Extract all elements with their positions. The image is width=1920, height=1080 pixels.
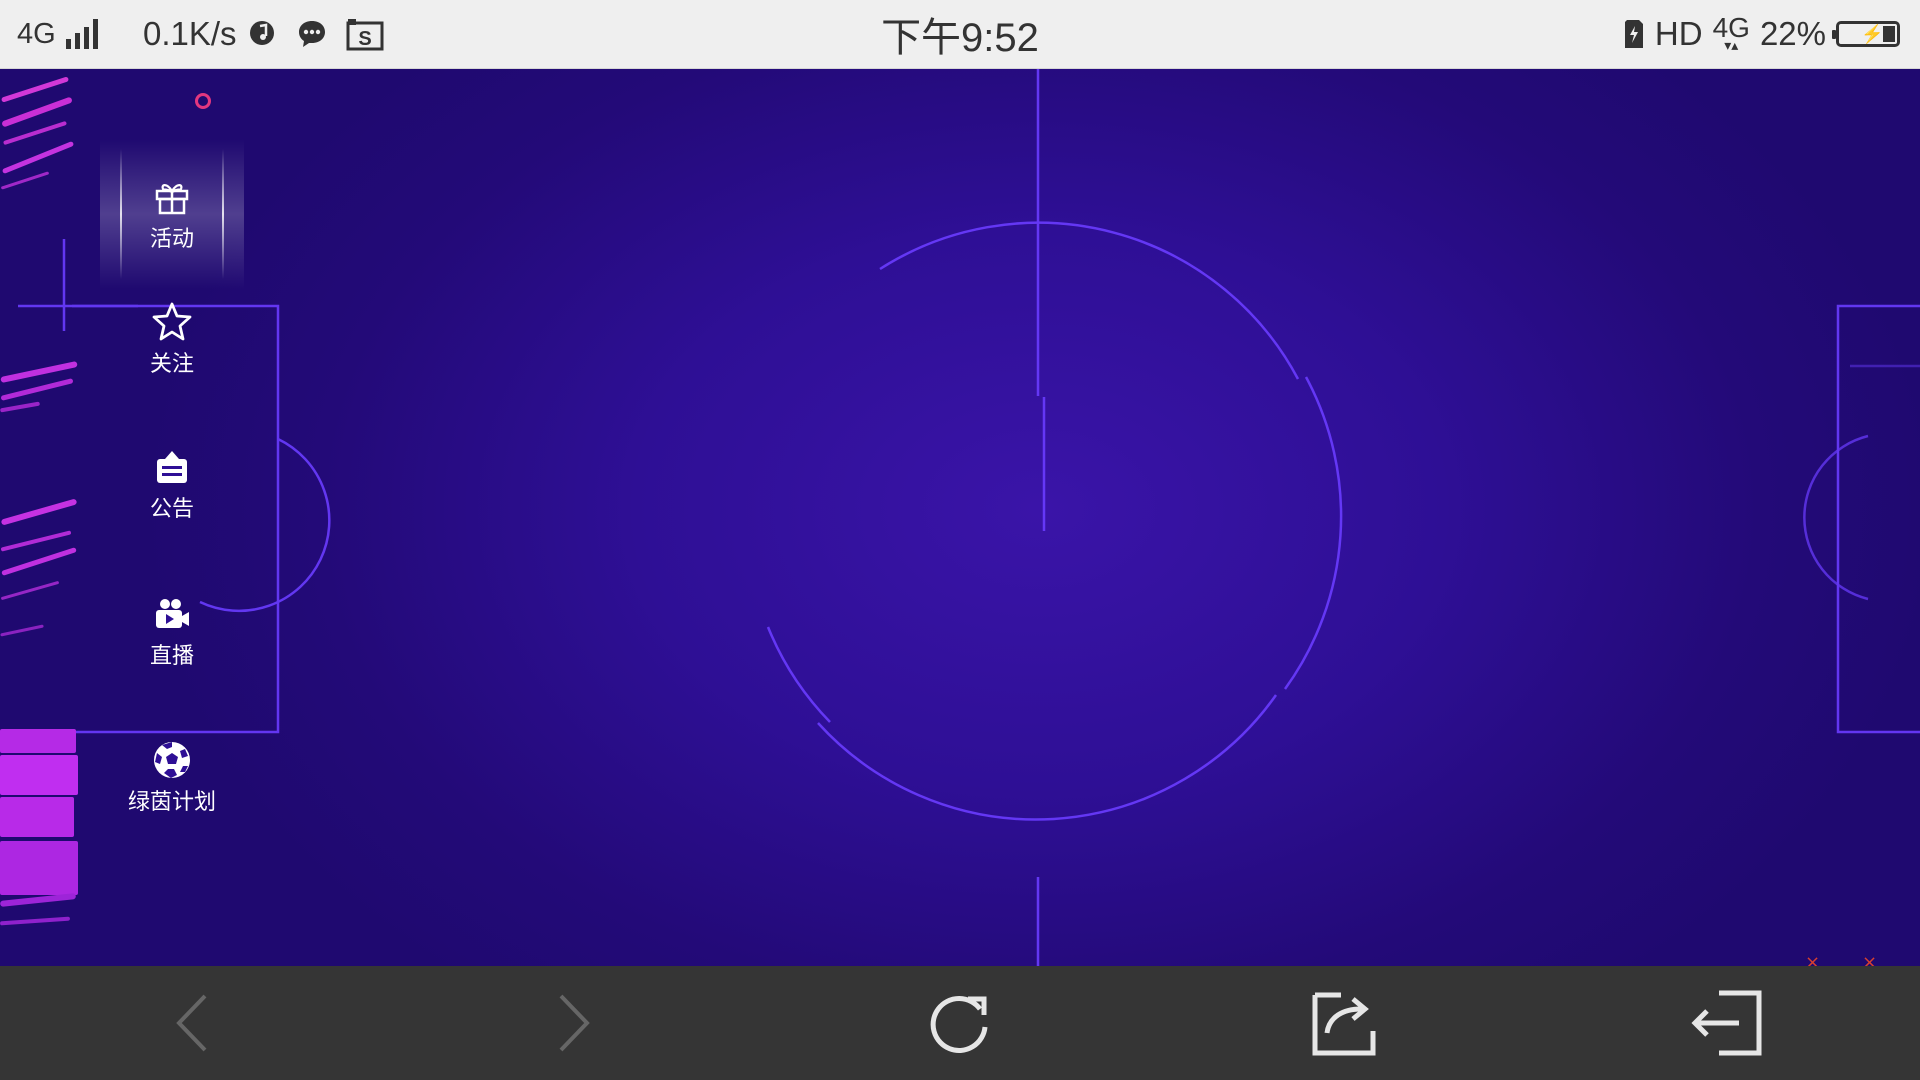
menu-item-label: 关注 [149, 352, 194, 377]
menu-item-activity[interactable]: 活动 [100, 139, 244, 289]
menu-item-label: 直播 [149, 644, 194, 669]
gift-icon [150, 175, 194, 219]
exit-button[interactable] [1667, 966, 1787, 1080]
decorative-mark-icon: × [1805, 952, 1821, 967]
menu-item-green-plan[interactable]: 绿茵计划 [100, 717, 244, 837]
data-arrows-icon: ▾▴ [1724, 37, 1739, 53]
menu-item-live[interactable]: 直播 [100, 571, 244, 691]
menu-item-notice[interactable]: 公告 [100, 424, 244, 544]
menu-item-follow[interactable]: 关注 [100, 279, 244, 399]
exit-icon [1691, 990, 1762, 1056]
soccer-field-background: 活动 关注 公告 直播 绿茵计划 × × [0, 69, 1920, 966]
data-type-label: 4G [1712, 12, 1750, 43]
refresh-icon [930, 996, 988, 1053]
forward-button[interactable] [514, 966, 634, 1080]
menu-item-label: 绿茵计划 [127, 790, 216, 815]
video-camera-icon [150, 592, 194, 636]
soccer-ball-icon [150, 738, 194, 782]
share-icon [1312, 992, 1376, 1056]
status-bar: 4G 0.1K/s S 下午9:52 HD 4G ▾▴ 22% ⚡ [0, 0, 1920, 69]
refresh-button[interactable] [900, 966, 1020, 1080]
menu-item-label: 活动 [149, 227, 194, 252]
share-button[interactable] [1283, 966, 1403, 1080]
notice-board-icon [150, 445, 194, 489]
menu-item-label: 公告 [149, 497, 194, 522]
battery-icon: ⚡ [1832, 21, 1900, 47]
battery-percent: 22% [1759, 15, 1826, 52]
status-right-group: HD 4G ▾▴ 22% ⚡ [1623, 0, 1900, 68]
field-lines [18, 69, 1920, 966]
side-menu: 活动 关注 公告 直播 绿茵计划 [100, 69, 244, 829]
star-icon [150, 300, 194, 344]
decorative-paint-strokes [0, 69, 78, 966]
back-button[interactable] [132, 966, 252, 1080]
decorative-mark-icon: × [1862, 952, 1878, 967]
browser-bottom-nav [0, 966, 1920, 1080]
chevron-right-icon [559, 994, 590, 1052]
data-type-indicator: 4G ▾▴ [1712, 12, 1750, 53]
chevron-left-icon [176, 994, 207, 1052]
charging-sim-icon [1624, 20, 1643, 48]
hd-indicator: HD [1654, 15, 1703, 52]
